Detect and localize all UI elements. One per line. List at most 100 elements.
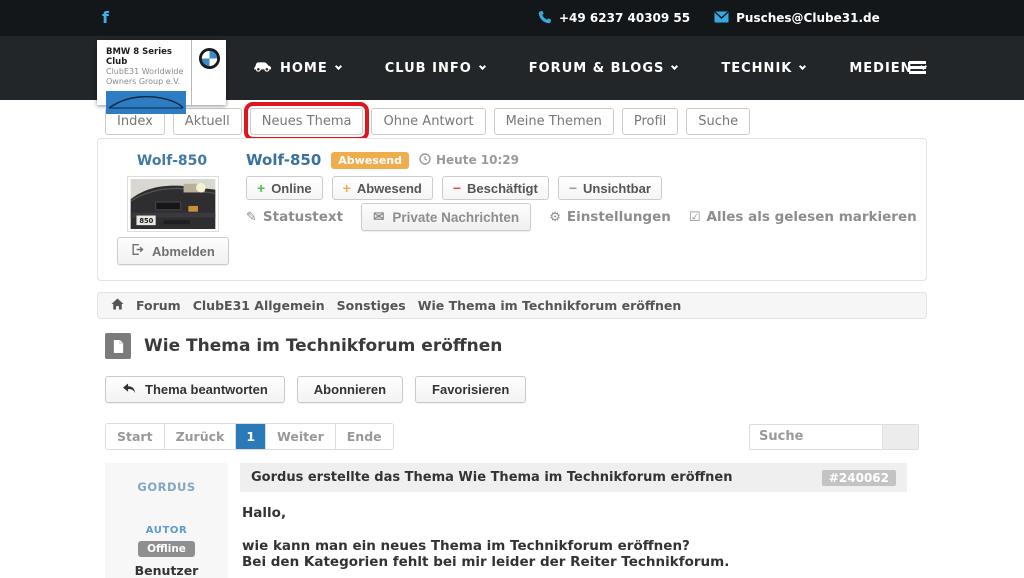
settings-link[interactable]: ⚙ Einstellungen bbox=[549, 209, 671, 225]
logout-icon bbox=[131, 243, 144, 259]
search-submit-button[interactable] bbox=[882, 425, 918, 449]
plus-icon: + bbox=[257, 180, 265, 196]
mark-all-read-link[interactable]: ☑ Alles als gelesen markieren bbox=[689, 209, 917, 225]
page-back-button[interactable]: Zurück bbox=[165, 424, 237, 449]
phone-number: +49 6237 40309 55 bbox=[559, 11, 690, 25]
topic-actions: Thema beantworten Abonnieren Favorisiere… bbox=[105, 376, 919, 403]
status-label: Abwesend bbox=[357, 181, 422, 196]
private-messages-button[interactable]: ✉ Private Nachrichten bbox=[361, 203, 531, 231]
post-author-sidebar: GORDUS AUTOR Offline Benutzer bbox=[105, 463, 228, 578]
clock-icon bbox=[419, 153, 431, 168]
profile-link[interactable]: Wolf-850 bbox=[98, 153, 246, 169]
forum-page: f +49 6237 40309 55 Pusches@Clube31.de H… bbox=[0, 0, 1024, 578]
post: GORDUS AUTOR Offline Benutzer Gordus ers… bbox=[105, 463, 919, 578]
page-end-button[interactable]: Ende bbox=[336, 424, 393, 449]
chevron-down-icon bbox=[799, 63, 806, 70]
status-online-button[interactable]: + Online bbox=[246, 176, 323, 200]
status-buttons-row: + Online + Abwesend − Beschäftigt − Unsi… bbox=[246, 176, 662, 200]
pagination-row: Start Zurück 1 Weiter Ende bbox=[105, 423, 919, 450]
page-title: Wie Thema im Technikforum eröffnen bbox=[144, 336, 502, 356]
main-navbar: HOME CLUB INFO FORUM & BLOGS TECHNIK MED… bbox=[0, 36, 1024, 100]
envelope-icon: ✉ bbox=[373, 209, 384, 225]
logout-label: Abmelden bbox=[152, 244, 215, 259]
content-area: Index Aktuell Neues Thema Ohne Antwort M… bbox=[97, 100, 927, 578]
tab-profil[interactable]: Profil bbox=[622, 108, 678, 135]
page-start-button[interactable]: Start bbox=[106, 424, 165, 449]
contact-info: +49 6237 40309 55 Pusches@Clube31.de bbox=[538, 0, 880, 36]
topic-search bbox=[749, 424, 919, 450]
tab-neues-thema[interactable]: Neues Thema bbox=[250, 108, 364, 135]
reply-topic-button[interactable]: Thema beantworten bbox=[105, 376, 285, 403]
tab-meine-themen[interactable]: Meine Themen bbox=[494, 108, 614, 135]
nav-item-technik[interactable]: TECHNIK bbox=[721, 61, 805, 76]
phone-icon bbox=[538, 10, 552, 27]
status-badge: Abwesend bbox=[331, 152, 409, 169]
logo-line-2: ClubE31 Worldwide bbox=[106, 67, 191, 77]
post-body: Hallo, wie kann man ein neues Thema im T… bbox=[240, 492, 907, 571]
post-content: Gordus erstellte das Thema Wie Thema im … bbox=[240, 463, 907, 571]
status-unsichtbar-button[interactable]: − Unsichtbar bbox=[558, 176, 662, 200]
chevron-down-icon bbox=[479, 63, 486, 70]
status-abwesend-button[interactable]: + Abwesend bbox=[332, 176, 433, 200]
breadcrumb-forum[interactable]: Forum bbox=[136, 298, 181, 313]
email-link[interactable]: Pusches@Clube31.de bbox=[714, 11, 880, 26]
status-label: Beschäftigt bbox=[467, 181, 538, 196]
bmw-roundel-icon bbox=[191, 40, 226, 105]
tab-suche[interactable]: Suche bbox=[686, 108, 750, 135]
minus-icon: − bbox=[569, 180, 577, 196]
search-input[interactable] bbox=[750, 425, 882, 449]
presence-badge: Offline bbox=[138, 541, 195, 557]
statustext-link[interactable]: ✎ Statustext bbox=[246, 209, 343, 225]
reply-icon bbox=[122, 382, 136, 397]
favorite-label: Favorisieren bbox=[432, 382, 509, 397]
email-icon bbox=[714, 11, 729, 26]
private-messages-label: Private Nachrichten bbox=[392, 210, 519, 225]
status-label: Unsichtbar bbox=[583, 181, 651, 196]
page-current: 1 bbox=[236, 424, 266, 449]
user-group-label: Benutzer bbox=[105, 563, 228, 578]
club-logo[interactable]: BMW 8 Series Club ClubE31 Worldwide Owne… bbox=[97, 40, 226, 105]
post-line: wie kann man ein neues Thema im Technikf… bbox=[242, 538, 907, 555]
username-link[interactable]: Wolf-850 bbox=[246, 151, 321, 169]
tab-ohne-antwort[interactable]: Ohne Antwort bbox=[371, 108, 485, 135]
user-avatar[interactable]: 850 bbox=[127, 176, 219, 232]
author-role-label: AUTOR bbox=[105, 525, 228, 536]
user-summary-row: Wolf-850 Abwesend Heute 10:29 bbox=[246, 151, 519, 169]
facebook-icon[interactable]: f bbox=[102, 8, 109, 27]
home-icon[interactable] bbox=[111, 298, 124, 313]
car-icon bbox=[253, 60, 272, 76]
breadcrumb-current-topic: Wie Thema im Technikforum eröffnen bbox=[418, 298, 682, 313]
post-number-badge[interactable]: #240062 bbox=[822, 470, 896, 486]
chevron-down-icon bbox=[671, 63, 678, 70]
topic-title-row: Wie Thema im Technikforum eröffnen bbox=[105, 333, 919, 359]
nav-menu: HOME CLUB INFO FORUM & BLOGS TECHNIK MED… bbox=[253, 36, 926, 100]
club-logo-text: BMW 8 Series Club ClubE31 Worldwide Owne… bbox=[97, 40, 191, 105]
last-activity-time: Heute 10:29 bbox=[436, 153, 519, 167]
nav-item-forum-blogs[interactable]: FORUM & BLOGS bbox=[529, 61, 678, 76]
logo-line-3: Owners Group e.V. bbox=[106, 77, 191, 87]
document-icon bbox=[105, 333, 131, 359]
status-beschaeftigt-button[interactable]: − Beschäftigt bbox=[442, 176, 549, 200]
nav-item-club-info[interactable]: CLUB INFO bbox=[385, 61, 485, 76]
pagination: Start Zurück 1 Weiter Ende bbox=[105, 423, 394, 450]
post-author-link[interactable]: GORDUS bbox=[105, 480, 228, 494]
avatar-license-plate: 850 bbox=[139, 217, 153, 225]
car-silhouette-graphic bbox=[106, 91, 186, 114]
status-label: Online bbox=[271, 181, 311, 196]
hamburger-menu-icon[interactable] bbox=[909, 61, 926, 76]
post-greeting: Hallo, bbox=[242, 505, 907, 522]
plus-icon: + bbox=[343, 180, 351, 196]
pencil-icon: ✎ bbox=[246, 210, 257, 225]
logout-button[interactable]: Abmelden bbox=[117, 237, 229, 265]
checkbox-icon: ☑ bbox=[689, 210, 701, 225]
subscribe-label: Abonnieren bbox=[314, 382, 386, 397]
subscribe-button[interactable]: Abonnieren bbox=[297, 376, 403, 403]
statustext-label: Statustext bbox=[263, 209, 343, 225]
forum-toolbar-tabs: Index Aktuell Neues Thema Ohne Antwort M… bbox=[105, 108, 919, 135]
phone-link[interactable]: +49 6237 40309 55 bbox=[538, 10, 690, 27]
nav-item-home[interactable]: HOME bbox=[253, 60, 341, 76]
favorite-button[interactable]: Favorisieren bbox=[415, 376, 526, 403]
breadcrumb-clube31-allgemein[interactable]: ClubE31 Allgemein bbox=[193, 298, 325, 313]
page-next-button[interactable]: Weiter bbox=[266, 424, 336, 449]
breadcrumb-sonstiges[interactable]: Sonstiges bbox=[337, 298, 406, 313]
